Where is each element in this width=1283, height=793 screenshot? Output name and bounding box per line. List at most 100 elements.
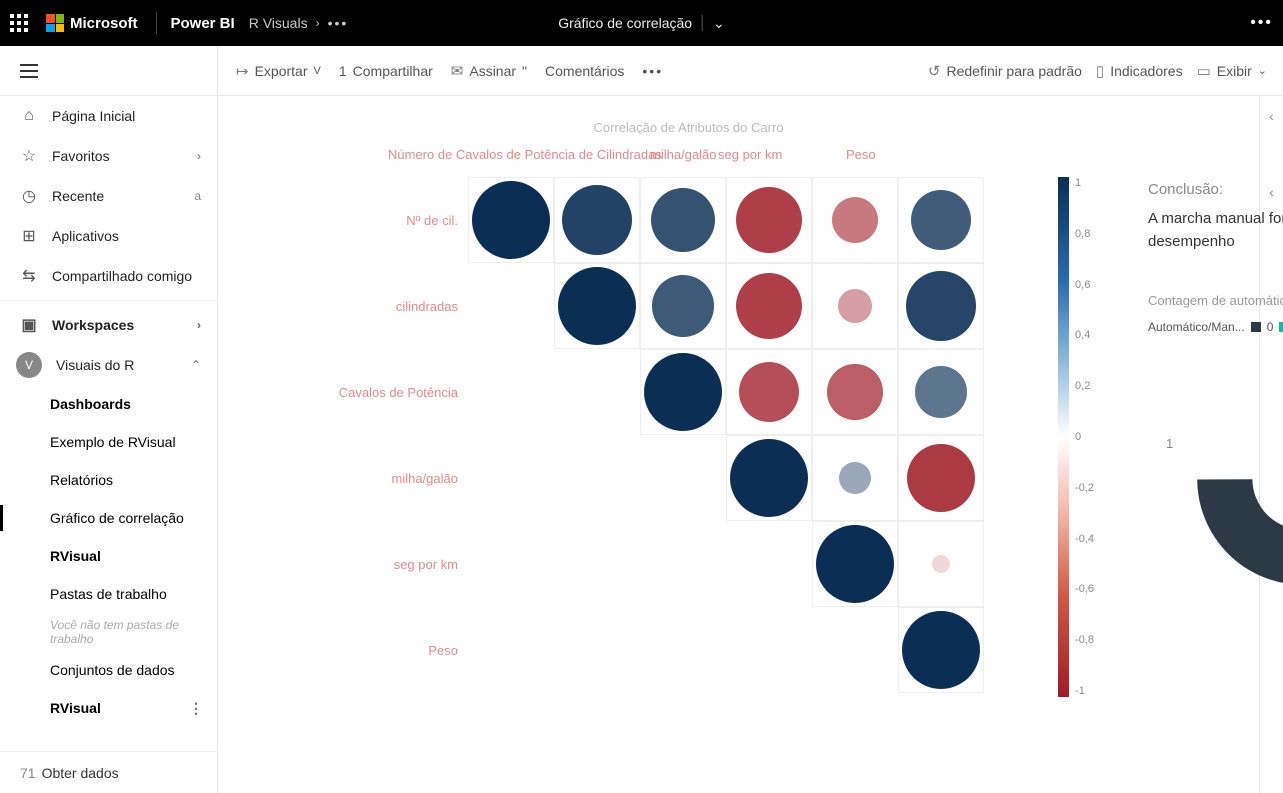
undo-icon: ↺ bbox=[928, 62, 941, 80]
col-label: Peso bbox=[846, 147, 876, 162]
nav-get-data[interactable]: 71 Obter dados bbox=[0, 751, 217, 793]
row-label: cilindradas bbox=[308, 263, 468, 349]
microsoft-text: Microsoft bbox=[70, 15, 138, 32]
nav-label: Favoritos bbox=[52, 148, 110, 164]
nav-label: Workspaces bbox=[52, 317, 134, 333]
nav-report-item-active[interactable]: Gráfico de correlação bbox=[0, 499, 217, 537]
bookmarks-button[interactable]: ▯ Indicadores bbox=[1096, 62, 1183, 80]
nav-dashboard-item[interactable]: Exemplo de RVisual bbox=[0, 423, 217, 461]
global-header: Microsoft Power BI R Visuals › ••• Gráfi… bbox=[0, 0, 1283, 46]
row-label: Peso bbox=[308, 607, 468, 693]
hamburger-icon[interactable] bbox=[20, 64, 38, 78]
corr-dot bbox=[736, 273, 802, 339]
corr-cell bbox=[812, 349, 898, 435]
divider bbox=[156, 12, 157, 34]
corr-dot bbox=[827, 364, 882, 419]
scale-tick: 0 bbox=[1075, 431, 1094, 443]
corr-dot bbox=[932, 555, 950, 573]
nav-datasets-header[interactable]: Conjuntos de dados bbox=[0, 651, 217, 689]
scale-ticks: 10,80,60,40,20-0,2-0,4-0,6-0,8-1 bbox=[1075, 177, 1094, 697]
breadcrumb-more-icon[interactable]: ••• bbox=[328, 15, 349, 31]
row-label: Cavalos de Potência bbox=[308, 349, 468, 435]
more-options-icon[interactable]: ••• bbox=[1250, 14, 1273, 32]
product-name: Power BI bbox=[171, 15, 235, 32]
chevron-right-icon: › bbox=[197, 149, 201, 163]
col-label: Número de Cavalos de Potência de Cilindr… bbox=[388, 147, 662, 162]
quote-mark: " bbox=[522, 63, 527, 79]
chevron-right-icon: › bbox=[197, 318, 201, 332]
workspace-icon: ▣ bbox=[20, 315, 38, 335]
corr-dot bbox=[915, 366, 966, 417]
clock-icon: ◷ bbox=[20, 186, 38, 206]
chevron-down-icon: ⌄ bbox=[713, 15, 725, 32]
page-title-dropdown[interactable]: Gráfico de correlação ⌄ bbox=[558, 15, 725, 32]
col-label: milha/galão bbox=[650, 147, 717, 162]
corr-dot bbox=[736, 187, 802, 253]
corr-dot bbox=[652, 275, 714, 337]
cmd-label: Comentários bbox=[545, 63, 624, 79]
corr-dot bbox=[902, 611, 980, 689]
reset-button[interactable]: ↺ Redefinir para padrão bbox=[928, 62, 1082, 80]
left-nav: ⌂ Página Inicial ☆ Favoritos › ◷ Recente… bbox=[0, 46, 218, 793]
corr-cell bbox=[726, 263, 812, 349]
cmd-label: Exibir bbox=[1217, 63, 1252, 79]
subscribe-button[interactable]: ✉ Assinar " bbox=[451, 62, 527, 80]
share-button[interactable]: 1 Compartilhar bbox=[339, 63, 433, 79]
conclusion-title: Conclusão: bbox=[1148, 181, 1283, 198]
nav-tag: a bbox=[194, 189, 201, 203]
chevron-left-icon[interactable]: ‹ bbox=[1269, 108, 1274, 124]
legend-text-0: 0 bbox=[1267, 320, 1274, 334]
corr-cell bbox=[898, 521, 984, 607]
nav-favorites[interactable]: ☆ Favoritos › bbox=[0, 136, 217, 176]
nav-label: Recente bbox=[52, 188, 104, 204]
export-icon: ↦ bbox=[236, 62, 249, 80]
corr-cell bbox=[898, 435, 984, 521]
breadcrumb[interactable]: R Visuals › ••• bbox=[249, 15, 349, 31]
nav-apps[interactable]: ⊞ Aplicativos bbox=[0, 216, 217, 256]
mail-icon: ✉ bbox=[451, 62, 464, 80]
comments-button[interactable]: Comentários bbox=[545, 63, 624, 79]
corr-cell bbox=[640, 177, 726, 263]
nav-workbooks-header[interactable]: Pastas de trabalho bbox=[0, 575, 217, 613]
corr-dot bbox=[816, 525, 894, 603]
nav-recent[interactable]: ◷ Recente a bbox=[0, 176, 217, 216]
people-icon: ⇆ bbox=[20, 266, 38, 286]
share-badge: 1 bbox=[339, 63, 347, 79]
footer-label: Obter dados bbox=[42, 765, 119, 781]
row-label: milha/galão bbox=[308, 435, 468, 521]
nav-rvisual-dataset[interactable]: RVisual ⋮ bbox=[0, 689, 217, 727]
chevron-down-icon: ⌄ bbox=[1258, 64, 1267, 77]
nav-no-workbooks: Você não tem pastas de trabalho bbox=[0, 613, 217, 651]
plot-title: Correlação de Atributos do Carro bbox=[138, 120, 1239, 135]
scale-tick: -0,4 bbox=[1075, 533, 1094, 545]
nav-dashboards-header[interactable]: Dashboards bbox=[0, 385, 217, 423]
nav-current-workspace[interactable]: V Visuais do R ⌃ bbox=[0, 345, 217, 385]
corr-cell bbox=[812, 435, 898, 521]
export-button[interactable]: ↦ Exportar V bbox=[236, 62, 321, 80]
nav-rvisual[interactable]: RVisual bbox=[0, 537, 217, 575]
more-commands-icon[interactable]: ••• bbox=[642, 63, 663, 79]
view-button[interactable]: ▭ Exibir ⌄ bbox=[1197, 62, 1267, 80]
more-vertical-icon[interactable]: ⋮ bbox=[189, 700, 203, 717]
row-label: seg por km bbox=[308, 521, 468, 607]
nav-workspaces[interactable]: ▣ Workspaces › bbox=[0, 305, 217, 345]
corr-cell bbox=[468, 177, 554, 263]
chevron-up-icon: ⌃ bbox=[191, 358, 201, 372]
scale-tick: 1 bbox=[1075, 177, 1094, 189]
corr-cell bbox=[898, 177, 984, 263]
corr-cell bbox=[640, 349, 726, 435]
cmd-label: Indicadores bbox=[1110, 63, 1182, 79]
corr-cell bbox=[640, 263, 726, 349]
nav-reports-header[interactable]: Relatórios bbox=[0, 461, 217, 499]
cmd-label: Assinar bbox=[469, 63, 516, 79]
nav-shared[interactable]: ⇆ Compartilhado comigo bbox=[0, 256, 217, 296]
scale-tick: -0,2 bbox=[1075, 482, 1094, 494]
corr-dot bbox=[562, 185, 632, 255]
divider bbox=[702, 15, 703, 31]
scale-tick: 0,2 bbox=[1075, 380, 1094, 392]
app-launcher-icon[interactable] bbox=[10, 14, 28, 32]
breadcrumb-root[interactable]: R Visuals bbox=[249, 15, 308, 31]
corr-cell bbox=[812, 263, 898, 349]
scale-tick: 0,6 bbox=[1075, 279, 1094, 291]
donut-label-1: 1 bbox=[1166, 436, 1173, 451]
